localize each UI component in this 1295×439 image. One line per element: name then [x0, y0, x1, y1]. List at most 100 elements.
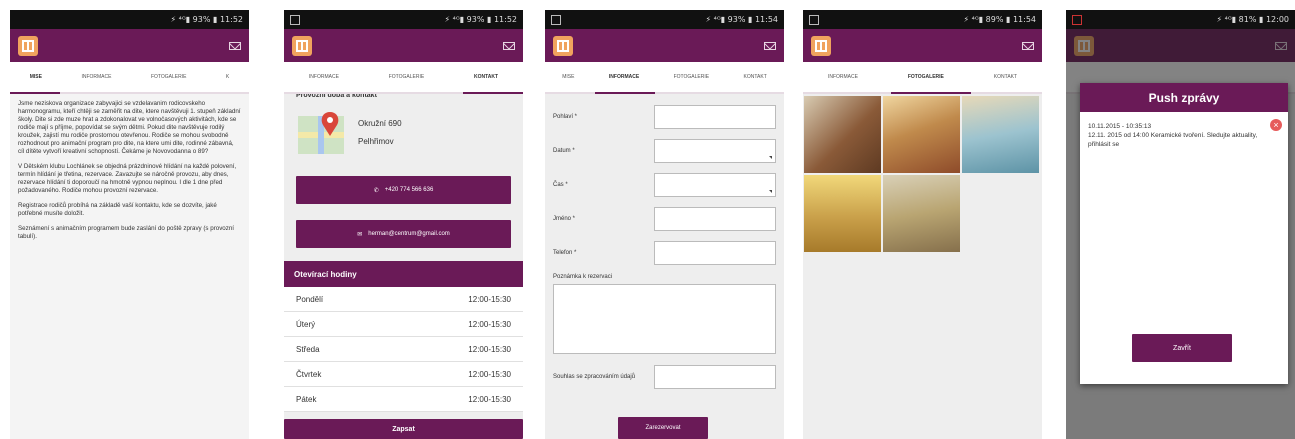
- consent-input[interactable]: [654, 365, 776, 389]
- status-bar: ⚡ ⁴ᴳ▮ 93% ▮ 11:52: [284, 10, 523, 29]
- tab-fotogalerie[interactable]: Fotogalerie: [147, 74, 190, 80]
- status-text: ⚡ ⁴ᴳ▮ 93% ▮ 11:52: [170, 15, 243, 24]
- field-label: Jméno *: [553, 216, 576, 222]
- tab-fotogalerie[interactable]: Fotogalerie: [385, 74, 428, 80]
- form-row: Čas *: [545, 168, 784, 202]
- tab-informace[interactable]: Informace: [605, 74, 643, 80]
- dialog-title: Push zprávy: [1080, 83, 1288, 112]
- paragraph: Registrace rodičů probíhá na základě vaš…: [18, 202, 217, 217]
- hours-row: Úterý 12:00-15:30: [284, 312, 523, 337]
- tab-bar: Informace Fotogalerie Kontakt: [803, 62, 1042, 94]
- tab-kontakt[interactable]: Kontakt: [470, 74, 502, 80]
- hours-row: Středa 12:00-15:30: [284, 337, 523, 362]
- status-bar: ⚡ ⁴ᴳ▮ 89% ▮ 11:54: [803, 10, 1042, 29]
- message-date: 10.11.2015 - 10:35:13: [1088, 123, 1152, 130]
- form-row: Pohlaví *: [545, 100, 784, 134]
- status-text: ⚡ ⁴ᴳ▮ 81% ▮ 12:00: [1216, 15, 1289, 24]
- close-button[interactable]: Zavřít: [1132, 334, 1232, 362]
- phone-icon: ✆: [373, 187, 379, 194]
- tab-kontakt[interactable]: Kontakt: [990, 74, 1021, 80]
- paragraph: V Dětském klubu Lochlánek se objedná prá…: [18, 163, 237, 194]
- paragraph: Jsme neziskova organizace zabyvajici se …: [18, 100, 241, 155]
- form-row: Jméno *: [545, 202, 784, 236]
- mail-icon[interactable]: [764, 41, 776, 50]
- push-message: 10.11.2015 - 10:35:13 12.11. 2015 od 14:…: [1080, 112, 1288, 149]
- mail-icon[interactable]: [503, 41, 515, 50]
- tab-informace[interactable]: Informace: [824, 74, 862, 80]
- note-label: Poznámka k rezervaci: [553, 274, 613, 280]
- address-city: Pelhřimov: [358, 137, 394, 146]
- status-bar: ⚡ ⁴ᴳ▮ 81% ▮ 12:00: [1066, 10, 1295, 29]
- address-block: Okružní 690 Pelhřimov: [284, 102, 523, 164]
- message-text: 12.11. 2015 od 14:00 Keramické tvoření. …: [1088, 132, 1258, 148]
- mail-icon[interactable]: [229, 41, 241, 50]
- gallery-photo[interactable]: [962, 96, 1039, 173]
- reserve-button[interactable]: Zarezervovat: [618, 417, 708, 439]
- field-label: Souhlas se zpracováním údajů: [553, 373, 636, 380]
- map-pin-icon[interactable]: [296, 110, 348, 156]
- tab-indicator: [463, 92, 523, 94]
- time-select[interactable]: [654, 173, 776, 197]
- screen-mission: ⚡ ⁴ᴳ▮ 93% ▮ 11:52 Mise Informace Fotogal…: [10, 10, 249, 439]
- mission-text: Jsme neziskova organizace zabyvajici se …: [10, 94, 249, 254]
- gallery-photo[interactable]: [804, 96, 881, 173]
- screen-push-dialog: ⚡ ⁴ᴳ▮ 81% ▮ 12:00 Push zprávy × 10.11.20…: [1066, 10, 1295, 439]
- app-logo-icon[interactable]: [18, 35, 38, 56]
- paragraph: Seznámení s animačním programem bude zas…: [18, 225, 234, 240]
- tab-fotogalerie[interactable]: Fotogalerie: [670, 74, 713, 80]
- app-bar: [10, 29, 249, 62]
- enroll-button[interactable]: Zapsat: [284, 419, 523, 439]
- status-text: ⚡ ⁴ᴳ▮ 93% ▮ 11:52: [444, 15, 517, 24]
- name-input[interactable]: [654, 207, 776, 231]
- tab-informace[interactable]: Informace: [77, 74, 115, 80]
- hours-list: Pondělí 12:00-15:30 Úterý 12:00-15:30 Stře…: [284, 287, 523, 412]
- gender-input[interactable]: [654, 105, 776, 129]
- status-bar: ⚡ ⁴ᴳ▮ 93% ▮ 11:52: [10, 10, 249, 29]
- note-textarea[interactable]: [553, 284, 776, 354]
- app-logo-icon[interactable]: [292, 35, 312, 56]
- gallery-photo[interactable]: [883, 175, 960, 252]
- app-bar: [284, 29, 523, 62]
- screen-gallery: ⚡ ⁴ᴳ▮ 89% ▮ 11:54 Informace Fotogalerie …: [803, 10, 1042, 439]
- tab-indicator: [10, 92, 60, 94]
- field-label: Čas *: [553, 182, 568, 188]
- section-title: Provozní doba a kontakt: [296, 94, 377, 99]
- envelope-icon: ✉: [357, 231, 363, 238]
- tab-kontakt[interactable]: Kontakt: [740, 74, 771, 80]
- gallery-photo[interactable]: [883, 96, 960, 173]
- hours-row: Pátek 12:00-15:30: [284, 387, 523, 412]
- phone-input[interactable]: [654, 241, 776, 265]
- tab-mise[interactable]: Mise: [558, 74, 578, 80]
- tab-fotogalerie[interactable]: Fotogalerie: [904, 74, 948, 80]
- status-text: ⚡ ⁴ᴳ▮ 89% ▮ 11:54: [963, 15, 1036, 24]
- mail-icon[interactable]: [1022, 41, 1034, 50]
- call-button[interactable]: ✆ +420 774 566 636: [296, 176, 511, 204]
- tab-indicator: [595, 92, 655, 94]
- app-bar: [803, 29, 1042, 62]
- gallery-photo[interactable]: [804, 175, 881, 252]
- tab-mise[interactable]: Mise: [26, 74, 46, 80]
- form-row: Souhlas se zpracováním údajů: [545, 360, 784, 394]
- date-select[interactable]: [654, 139, 776, 163]
- status-text: ⚡ ⁴ᴳ▮ 93% ▮ 11:54: [705, 15, 778, 24]
- tab-informace[interactable]: Informace: [305, 74, 343, 80]
- field-label: Datum *: [553, 148, 575, 154]
- hours-row: Čtvrtek 12:00-15:30: [284, 362, 523, 387]
- screen-reservation: ⚡ ⁴ᴳ▮ 93% ▮ 11:54 Mise Informace Fotogal…: [545, 10, 784, 439]
- screen-contact: ⚡ ⁴ᴳ▮ 93% ▮ 11:52 Informace Fotogalerie …: [284, 10, 523, 439]
- tab-bar: Mise Informace Fotogalerie K: [10, 62, 249, 94]
- field-label: Telefon *: [553, 250, 577, 256]
- address-line: Okružní 690: [358, 119, 402, 128]
- app-logo-icon[interactable]: [811, 35, 831, 56]
- field-label: Pohlaví *: [553, 114, 578, 120]
- email-button[interactable]: ✉ herman@centrum@gmail.com: [296, 220, 511, 248]
- opening-hours-header: Otevírací hodiny: [284, 261, 523, 287]
- form-row: Telefon *: [545, 236, 784, 270]
- hours-row: Pondělí 12:00-15:30: [284, 287, 523, 312]
- delete-message-icon[interactable]: ×: [1270, 119, 1282, 131]
- push-dialog: Push zprávy × 10.11.2015 - 10:35:13 12.1…: [1080, 83, 1288, 384]
- app-bar: [545, 29, 784, 62]
- app-logo-icon[interactable]: [553, 35, 573, 56]
- form-row: Datum *: [545, 134, 784, 168]
- tab-kontakt[interactable]: K: [222, 74, 233, 80]
